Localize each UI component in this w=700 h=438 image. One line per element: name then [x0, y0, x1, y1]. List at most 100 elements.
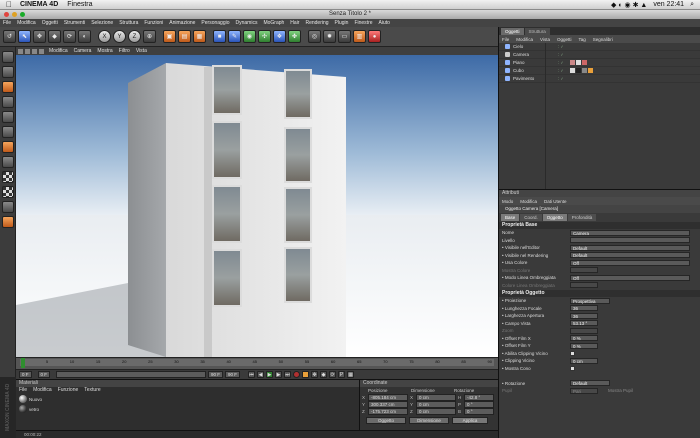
menu-item[interactable]: Rendering: [305, 20, 328, 26]
mac-menu-window[interactable]: Finestra: [67, 1, 92, 8]
tag-icon[interactable]: [582, 60, 587, 65]
attr-tab[interactable]: Base: [501, 213, 520, 221]
scale-icon[interactable]: ◆: [48, 30, 61, 43]
attribute-value[interactable]: Default: [570, 380, 610, 387]
minimize-window-icon[interactable]: [12, 12, 17, 17]
attribute-value[interactable]: Off: [570, 259, 690, 266]
visibility-dots-icon[interactable]: ⁚ ✓: [558, 76, 570, 81]
viewport-menu-item[interactable]: Mostra: [97, 48, 112, 54]
visibility-dots-icon[interactable]: ⁚ ✓: [558, 52, 570, 57]
nurbs-icon[interactable]: ◉: [243, 30, 256, 43]
points-mode-icon[interactable]: [1, 96, 14, 108]
attr-tab[interactable]: Coord.: [520, 213, 542, 221]
grid-icon[interactable]: ▥: [353, 30, 366, 43]
clock[interactable]: ven 22:41: [653, 1, 684, 8]
visibility-dots-icon[interactable]: ⁚ ✓: [558, 60, 570, 65]
move-icon[interactable]: ✥: [33, 30, 46, 43]
attributes-menu-item[interactable]: Modifica: [520, 199, 537, 204]
attribute-value[interactable]: 53.13 °: [570, 320, 598, 327]
object-row-piano[interactable]: Piano ⁚ ✓: [499, 59, 700, 67]
attribute-value[interactable]: Camera: [570, 229, 690, 236]
visibility-dots-icon[interactable]: ⁚ ✓: [558, 68, 570, 73]
world-coordinates-icon[interactable]: ⊕: [143, 30, 156, 43]
status-icons[interactable]: ◆ ◐ ◉ ✱ ▲: [611, 1, 647, 9]
rotation-field[interactable]: 0 °: [464, 408, 494, 415]
attribute-value[interactable]: Off: [570, 274, 690, 281]
attribute-value[interactable]: 0 cm: [570, 357, 598, 364]
autokey-icon[interactable]: [302, 371, 310, 378]
polygons-mode-icon[interactable]: [1, 126, 14, 138]
tag-icon[interactable]: [588, 68, 593, 73]
menu-item[interactable]: Selezione: [91, 20, 113, 26]
3d-viewport[interactable]: [16, 55, 498, 357]
rotation-field[interactable]: -42.8 °: [464, 394, 494, 401]
array-icon[interactable]: ✣: [258, 30, 271, 43]
camera-icon[interactable]: ◎: [308, 30, 321, 43]
deformer-icon[interactable]: ❖: [273, 30, 286, 43]
menu-item[interactable]: Aiuto: [379, 20, 390, 26]
play-icon[interactable]: ▶: [266, 371, 274, 378]
menu-item[interactable]: Finestre: [354, 20, 372, 26]
viewport-menu-item[interactable]: Filtro: [119, 48, 130, 54]
rotate-icon[interactable]: ⟳: [63, 30, 76, 43]
apple-icon[interactable]: : [6, 0, 12, 9]
attributes-menu-item[interactable]: Dati Utente: [544, 199, 567, 204]
zoom-window-icon[interactable]: [20, 12, 25, 17]
size-field[interactable]: 0 cm: [416, 401, 456, 408]
materials-menu-item[interactable]: Funzione: [58, 387, 79, 394]
lock-icon[interactable]: [1, 201, 14, 213]
attr-tab[interactable]: Oggetto: [542, 213, 567, 221]
object-name[interactable]: Cielo: [513, 44, 558, 49]
timeline[interactable]: 051015202530354045505560657075808590: [16, 357, 498, 369]
app-name[interactable]: CINEMA 4D: [20, 1, 58, 8]
key-param-icon[interactable]: P: [338, 371, 346, 378]
tab-oggetti[interactable]: Oggetti: [501, 28, 524, 35]
tab-struttura[interactable]: Struttura: [524, 28, 550, 35]
snap-icon[interactable]: [1, 171, 14, 183]
material-name[interactable]: vetro: [29, 407, 39, 412]
viewport-nav-icons[interactable]: [18, 48, 44, 54]
last-tool-icon[interactable]: ◐: [78, 30, 91, 43]
material-name[interactable]: Nuovo: [29, 397, 42, 402]
close-window-icon[interactable]: [4, 12, 9, 17]
record-keys-icon[interactable]: [293, 371, 301, 378]
timeline-playhead[interactable]: [21, 358, 25, 368]
attribute-value[interactable]: Default: [570, 244, 690, 251]
next-frame-icon[interactable]: ▶: [275, 371, 283, 378]
undo-icon[interactable]: ↺: [3, 30, 16, 43]
spline-pen-icon[interactable]: ✎: [228, 30, 241, 43]
coordinate-mode-select[interactable]: Oggetto: [366, 417, 406, 424]
menu-item[interactable]: Plugin: [335, 20, 349, 26]
light-icon[interactable]: ✹: [323, 30, 336, 43]
current-frame-field[interactable]: 0 F: [19, 371, 32, 378]
timeline-ruler[interactable]: 051015202530354045505560657075808590: [20, 359, 494, 366]
attr-tab[interactable]: Profondità: [567, 213, 597, 221]
visibility-dots-icon[interactable]: ⁚ ✓: [558, 44, 570, 49]
key-rotation-icon[interactable]: ⟳: [329, 371, 337, 378]
viewport-menu-item[interactable]: Camera: [74, 48, 92, 54]
menu-item[interactable]: Animazione: [169, 20, 195, 26]
attribute-value[interactable]: Prospettiva: [570, 297, 610, 304]
attribute-value[interactable]: 0 %: [570, 342, 598, 349]
attribute-value[interactable]: 36: [570, 305, 598, 312]
object-name[interactable]: Cubo: [513, 68, 558, 73]
menu-item[interactable]: Dynamics: [236, 20, 258, 26]
material-item[interactable]: Nuovo: [16, 394, 359, 404]
viewport-menu-item[interactable]: Modifica: [49, 48, 68, 54]
objects-menu-item[interactable]: Modifica: [516, 37, 533, 42]
y-axis-icon[interactable]: Y: [113, 30, 126, 43]
menu-item[interactable]: Strumenti: [64, 20, 85, 26]
materials-menu-item[interactable]: Texture: [84, 387, 100, 394]
key-pla-icon[interactable]: ▦: [347, 371, 355, 378]
objects-menu-item[interactable]: Tag: [578, 37, 585, 42]
make-editable-icon[interactable]: [1, 51, 14, 63]
sculpt-icon[interactable]: [1, 216, 14, 228]
render-picture-viewer-icon[interactable]: ▤: [178, 30, 191, 43]
menu-item[interactable]: File: [3, 20, 11, 26]
model-mode-icon[interactable]: [1, 66, 14, 78]
materials-menu-item[interactable]: File: [19, 387, 27, 394]
menu-item[interactable]: Oggetti: [42, 20, 58, 26]
end-frame-field[interactable]: 90 F: [208, 371, 224, 378]
object-row-cielo[interactable]: Cielo ⁚ ✓: [499, 43, 700, 51]
size-field[interactable]: 0 cm: [416, 408, 456, 415]
